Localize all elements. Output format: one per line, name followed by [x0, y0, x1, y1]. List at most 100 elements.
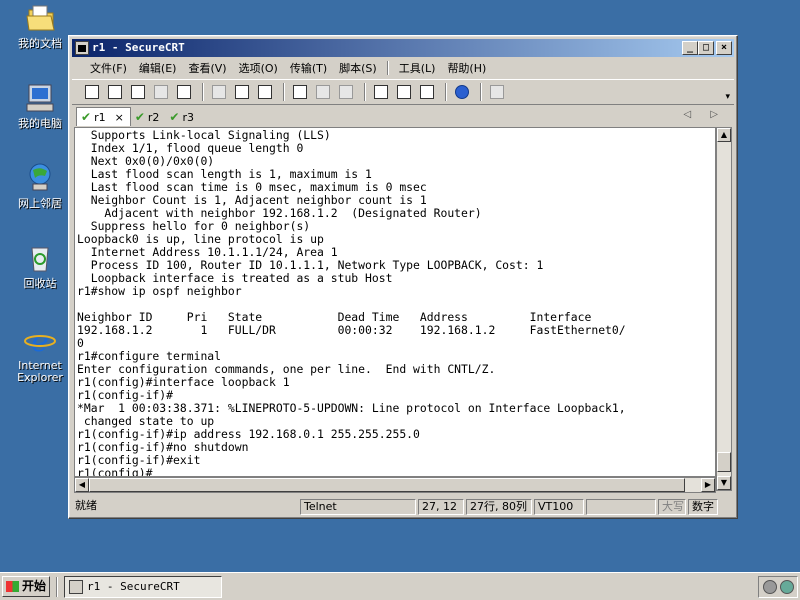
status-caps: 大写 [658, 499, 686, 515]
horizontal-scrollbar[interactable]: ◀ ▶ [74, 477, 716, 493]
toolbar-separator [480, 83, 482, 101]
print-setup-icon [339, 85, 353, 99]
find-button[interactable] [255, 83, 275, 101]
connect-button[interactable] [82, 83, 102, 101]
scroll-left-icon[interactable]: ◀ [75, 478, 89, 492]
taskbar-separator [56, 577, 58, 597]
copy-button[interactable] [209, 83, 229, 101]
toolbar: ▾ [72, 79, 734, 105]
tab-scroll-arrows-icon[interactable]: ◁ ▷ [683, 109, 726, 120]
disconnect-button[interactable] [174, 83, 194, 101]
maximize-button[interactable]: □ [698, 41, 714, 55]
quick-connect-button[interactable] [105, 83, 125, 101]
toolbar-options-icon[interactable]: ▾ [725, 92, 730, 102]
menu-transfer[interactable]: 传输(T) [284, 60, 333, 76]
scroll-up-icon[interactable]: ▲ [717, 128, 731, 142]
menu-bar: 文件(F) 编辑(E) 查看(V) 选项(O) 传输(T) 脚本(S) 工具(L… [72, 58, 734, 78]
keymap-icon [420, 85, 434, 99]
desktop-icon-label: Internet Explorer [17, 359, 63, 384]
task-label: r1 - SecureCRT [87, 580, 180, 593]
tab-label: r1 [94, 110, 106, 124]
status-empty-cell [586, 499, 656, 515]
session-options-button[interactable] [371, 83, 391, 101]
internet-explorer-icon: e [24, 324, 56, 356]
title-bar[interactable]: r1 - SecureCRT _ □ × [72, 39, 734, 57]
scroll-right-icon[interactable]: ▶ [701, 478, 715, 492]
print-button[interactable] [290, 83, 310, 101]
minimize-button[interactable]: _ [682, 41, 698, 55]
desktop-icon-label: 我的电脑 [18, 117, 62, 130]
toolbar-separator [445, 83, 447, 101]
connect-icon [85, 85, 99, 99]
desktop-icon-my-computer[interactable]: 我的电脑 [8, 82, 72, 130]
connected-check-icon: ✔ [169, 110, 180, 124]
vertical-scrollbar[interactable]: ▲ ▼ [716, 127, 732, 491]
securecrt-window: r1 - SecureCRT _ □ × 文件(F) 编辑(E) 查看(V) 选… [68, 35, 738, 519]
menu-file[interactable]: 文件(F) [84, 60, 133, 76]
print-selection-button[interactable] [313, 83, 333, 101]
toolbar-separator [283, 83, 285, 101]
desktop-icon-internet-explorer[interactable]: e Internet Explorer [8, 324, 72, 384]
my-documents-icon [26, 5, 55, 31]
recycle-bin-icon [31, 247, 49, 272]
my-computer-icon [26, 84, 54, 112]
connected-check-icon: ✔ [134, 110, 145, 124]
tab-close-icon[interactable]: × [115, 111, 124, 124]
desktop-icon-my-documents[interactable]: 我的文档 [8, 2, 72, 50]
tab-label: r3 [182, 110, 194, 124]
close-button[interactable]: × [716, 41, 732, 55]
tray-speaker-icon[interactable] [763, 580, 777, 594]
menu-edit[interactable]: 编辑(E) [133, 60, 183, 76]
sftp-button[interactable] [487, 83, 507, 101]
terminal-output[interactable]: Supports Link-local Signaling (LLS) Inde… [74, 127, 716, 477]
status-emulation: VT100 [534, 499, 584, 515]
status-size: 27行, 80列 [466, 499, 532, 515]
sftp-icon [490, 85, 504, 99]
help-button[interactable] [452, 83, 472, 101]
status-ready: 就绪 [75, 499, 97, 512]
print-setup-button[interactable] [336, 83, 356, 101]
menu-view[interactable]: 查看(V) [182, 60, 232, 76]
terminal-line: r1(config)# [77, 466, 153, 477]
tray-network-icon[interactable] [780, 580, 794, 594]
desktop-icon-label: 网上邻居 [18, 197, 62, 210]
keymap-button[interactable] [417, 83, 437, 101]
desktop-icon-label: 回收站 [23, 277, 57, 290]
tab-r2[interactable]: ✔ r2 [131, 108, 166, 126]
find-icon [258, 85, 272, 99]
scroll-down-icon[interactable]: ▼ [717, 476, 731, 490]
windows-logo-icon [6, 581, 19, 592]
paste-button[interactable] [232, 83, 252, 101]
help-icon [455, 85, 469, 99]
print-selection-icon [316, 85, 330, 99]
global-options-button[interactable] [394, 83, 414, 101]
terminal-line: 192.168.1.2 1 FULL/DR 00:00:32 192.168.1… [77, 323, 626, 337]
session-tabs: ✔ r1 × ✔ r2 ✔ r3 ◁ ▷ [72, 106, 734, 126]
desktop-icon-network-places[interactable]: 网上邻居 [8, 162, 72, 210]
terminal-line: r1(config-if)#exit [77, 453, 201, 467]
tab-r1[interactable]: ✔ r1 × [76, 107, 131, 126]
scroll-thumb[interactable] [717, 452, 731, 472]
taskbar: 开始 r1 - SecureCRT [0, 572, 800, 600]
connect-tab-button[interactable] [128, 83, 148, 101]
status-num: 数字 [688, 499, 718, 515]
network-places-icon [29, 163, 51, 191]
status-protocol: Telnet [300, 499, 416, 515]
reconnect-button[interactable] [151, 83, 171, 101]
taskbar-item-securecrt[interactable]: r1 - SecureCRT [64, 576, 222, 598]
menu-options[interactable]: 选项(O) [233, 60, 284, 76]
tab-r3[interactable]: ✔ r3 [165, 108, 200, 126]
start-label: 开始 [22, 579, 47, 593]
menu-tools[interactable]: 工具(L) [393, 60, 442, 76]
quick-connect-icon [108, 85, 122, 99]
start-button[interactable]: 开始 [2, 576, 50, 597]
paste-icon [235, 85, 249, 99]
securecrt-app-icon[interactable] [75, 41, 89, 55]
toolbar-separator [202, 83, 204, 101]
scroll-thumb[interactable] [89, 478, 685, 492]
menu-help[interactable]: 帮助(H) [441, 60, 492, 76]
desktop-icon-recycle-bin[interactable]: 回收站 [8, 242, 72, 290]
system-tray [758, 576, 798, 598]
global-options-icon [397, 85, 411, 99]
menu-script[interactable]: 脚本(S) [333, 60, 383, 76]
